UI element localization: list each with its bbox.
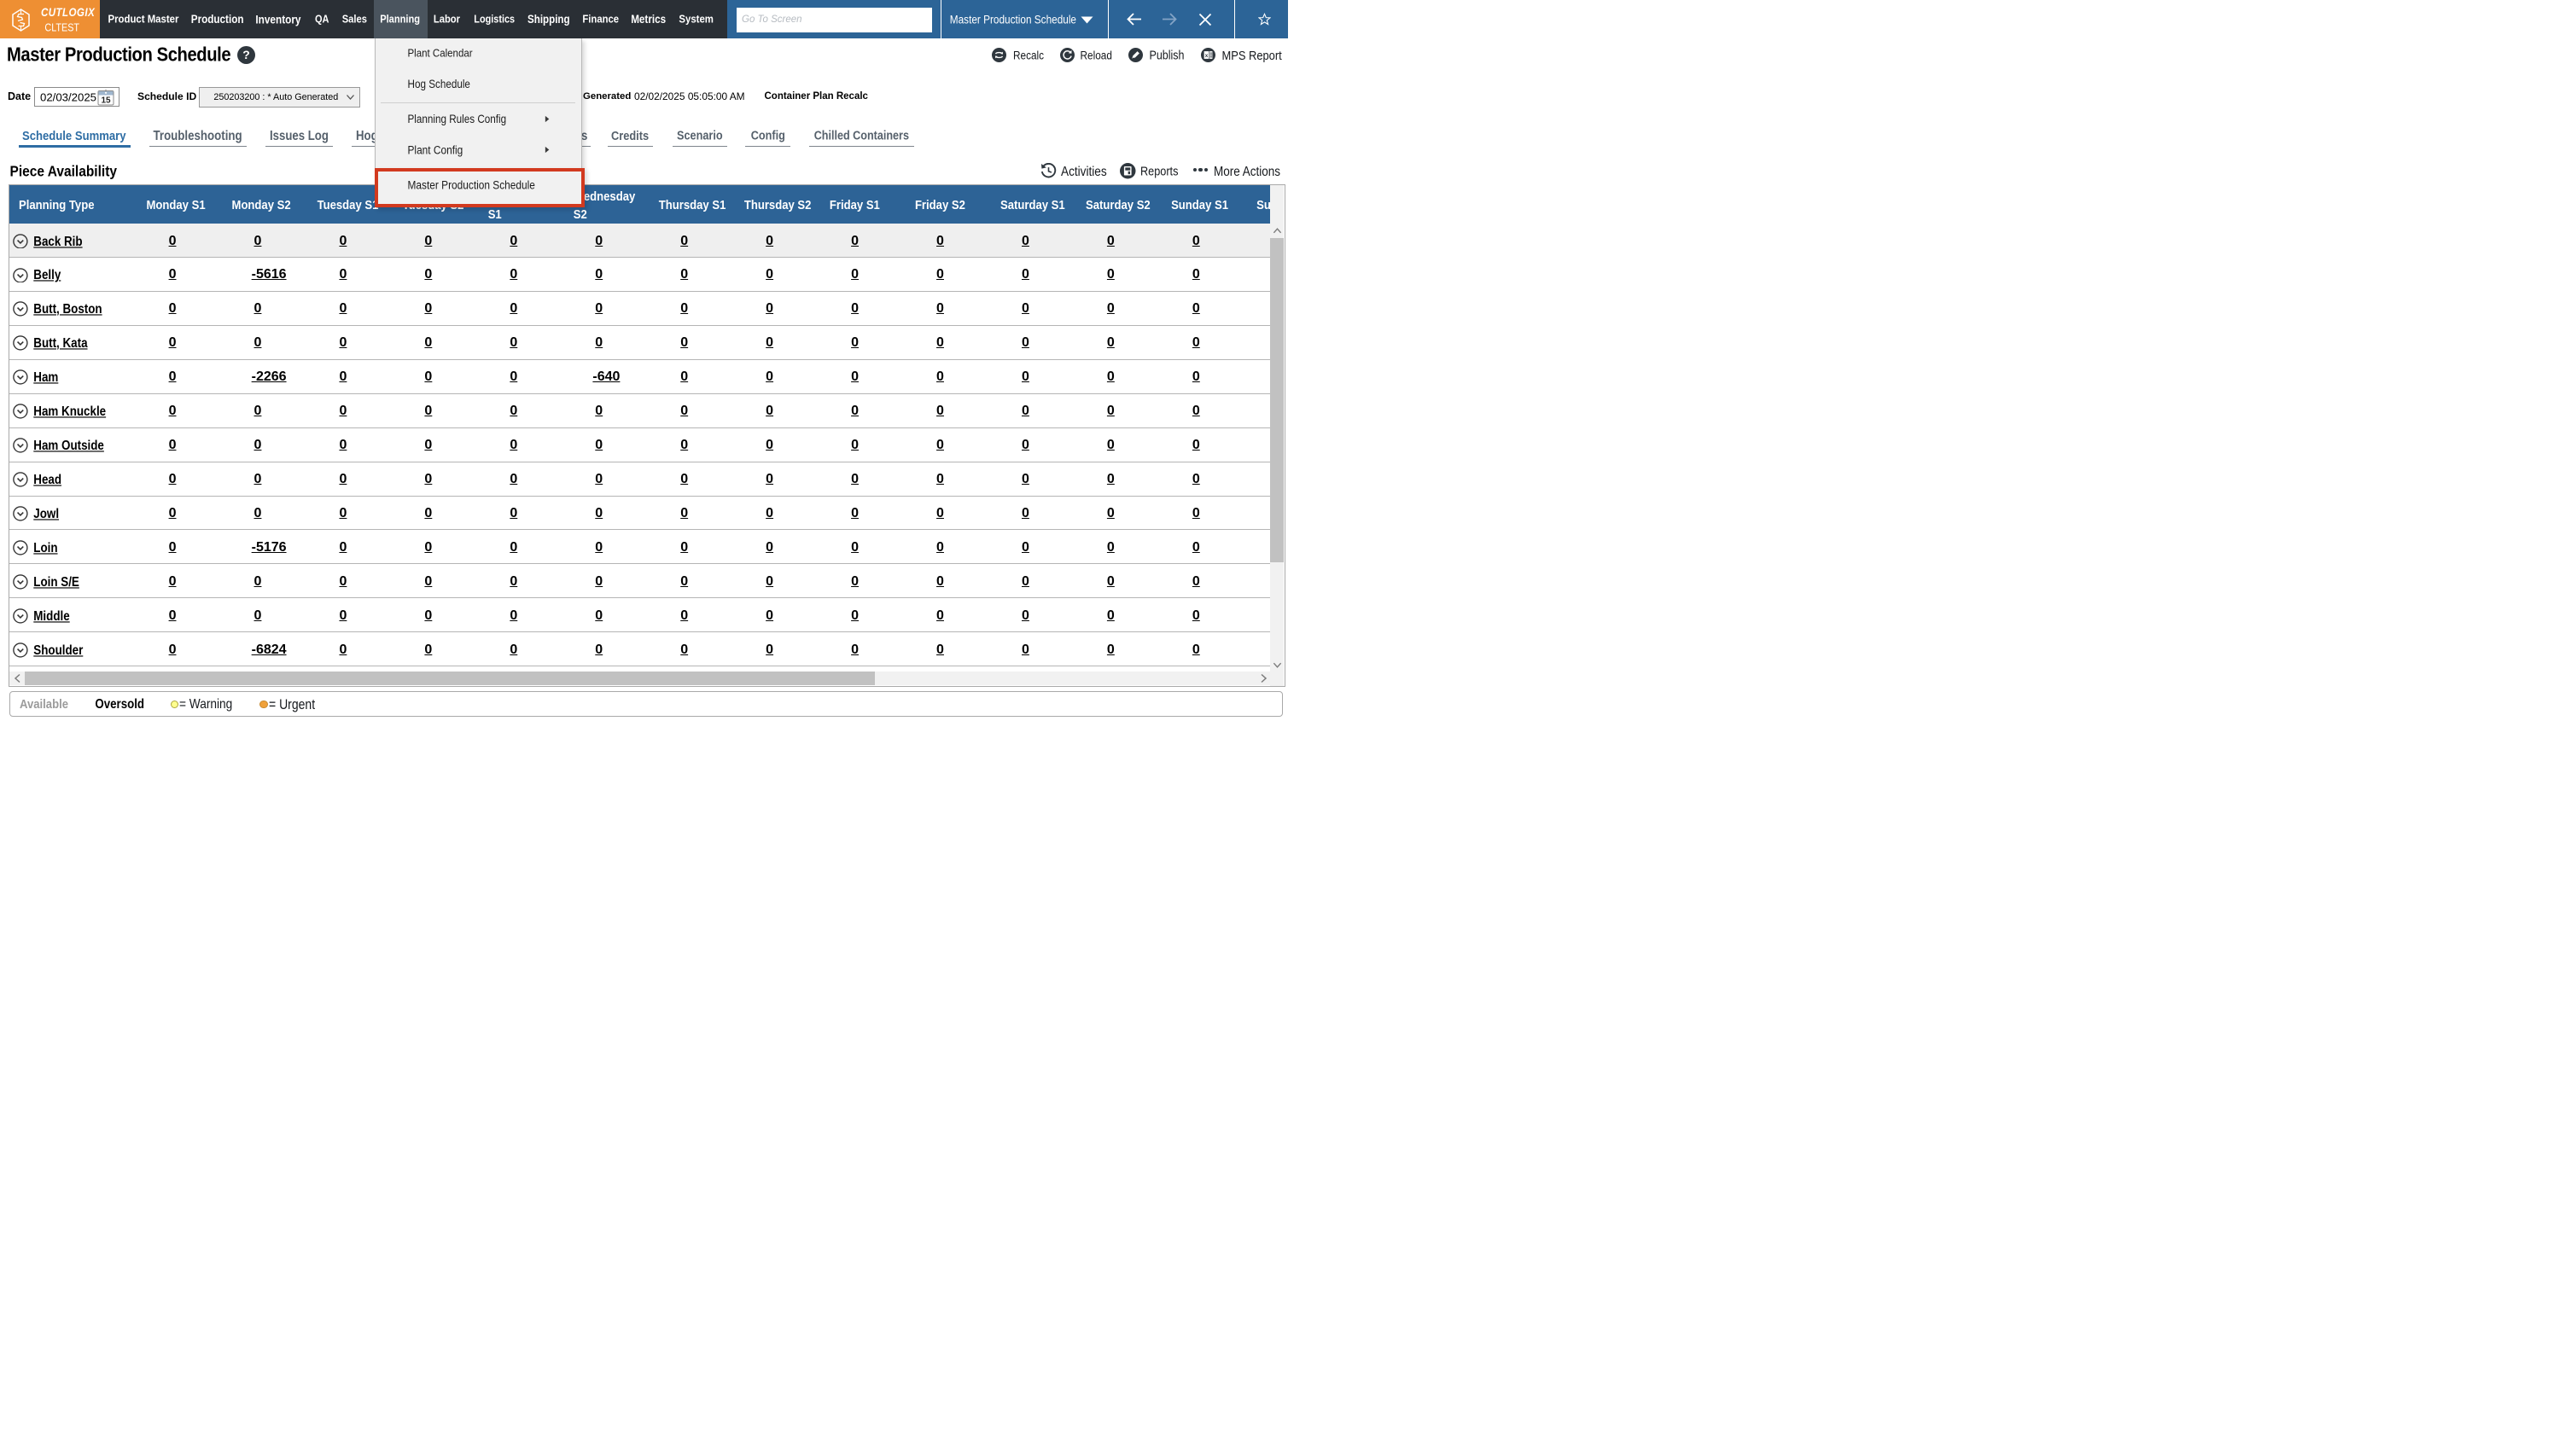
svg-text:15: 15 bbox=[101, 96, 111, 105]
svg-text:x: x bbox=[1205, 53, 1209, 59]
